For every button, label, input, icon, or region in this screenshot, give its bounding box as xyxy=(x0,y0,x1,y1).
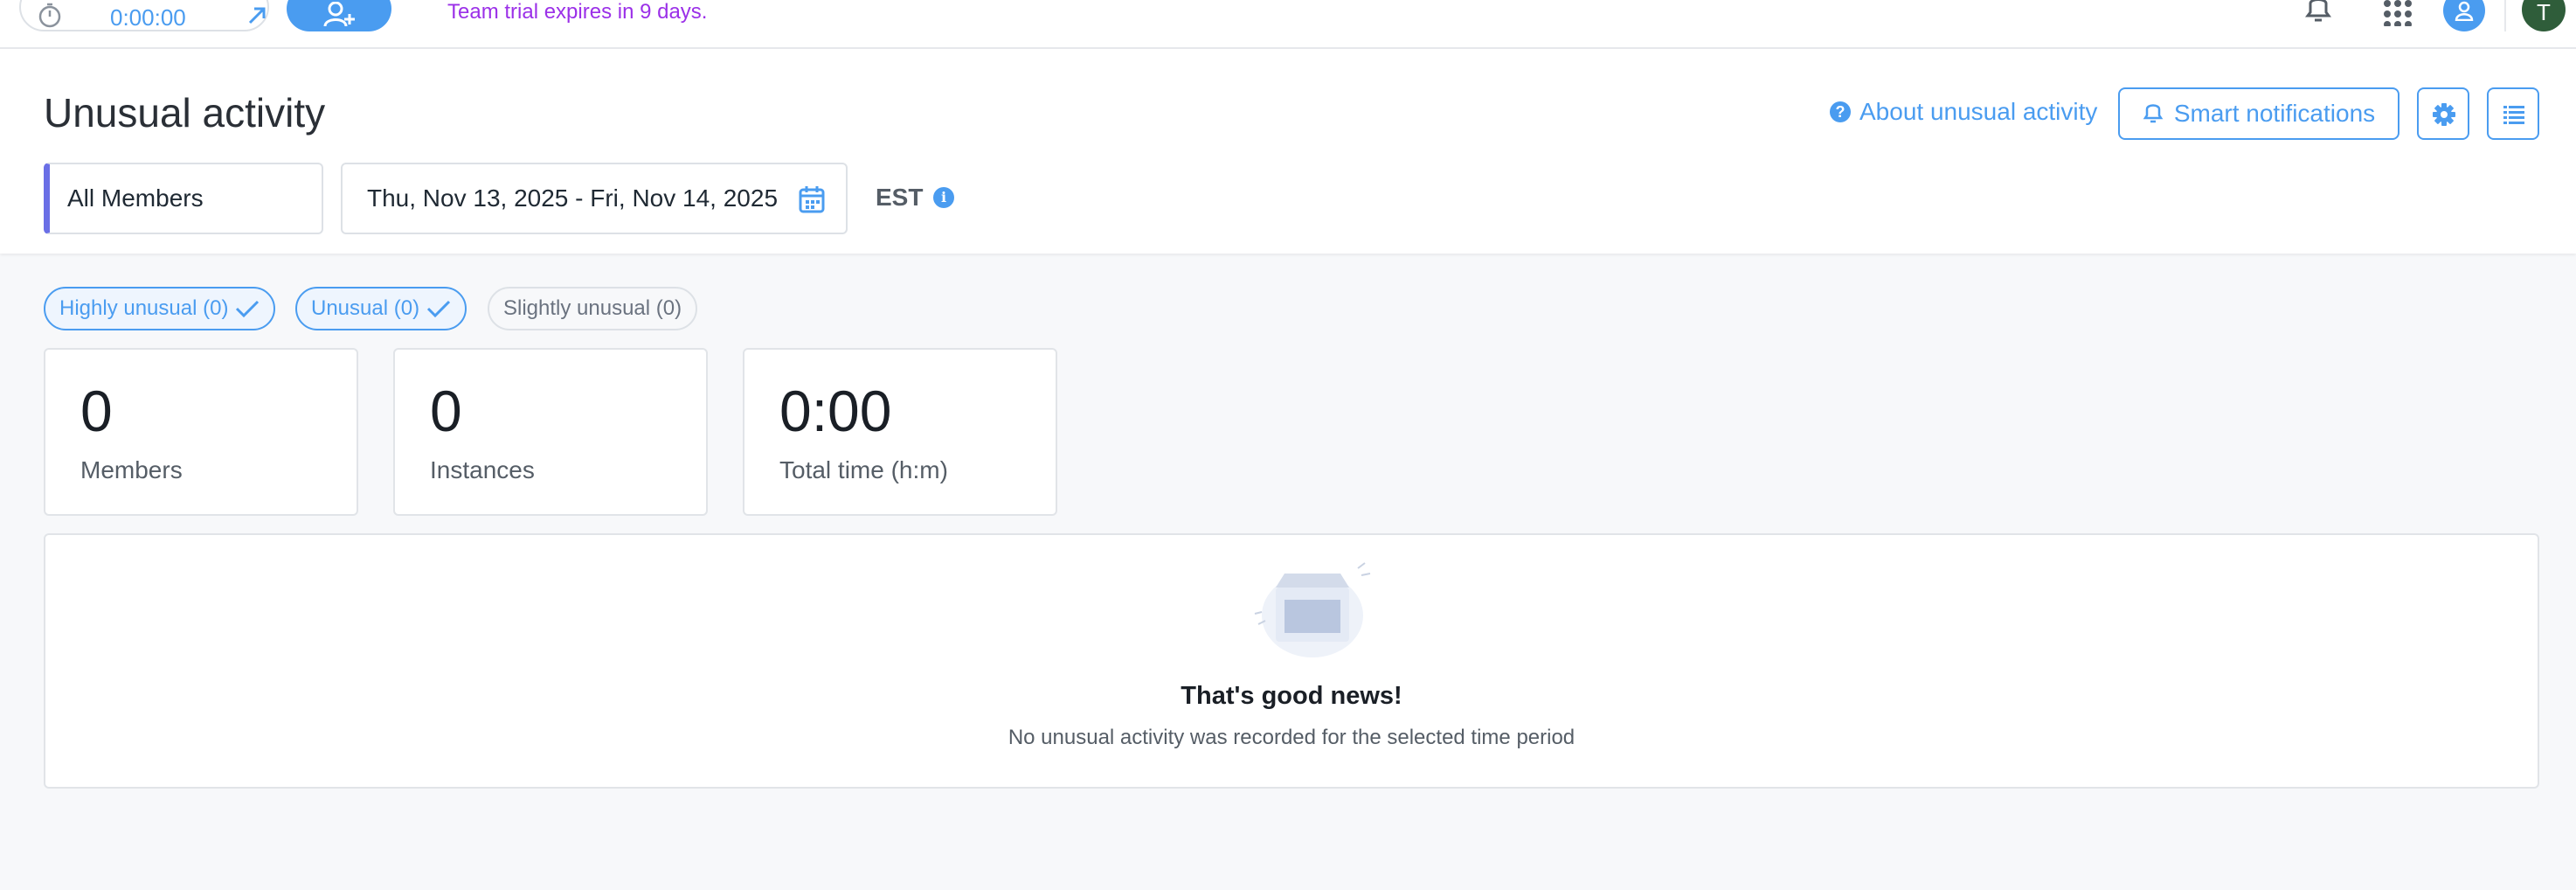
about-unusual-activity-link[interactable]: ? About unusual activity xyxy=(1830,98,2097,126)
empty-state-heading: That's good news! xyxy=(1181,682,1402,710)
topbar-divider xyxy=(2504,0,2506,31)
stat-card-total-time: 0:00 Total time (h:m) xyxy=(743,348,1057,516)
avatar[interactable]: T xyxy=(2522,0,2566,31)
settings-button[interactable] xyxy=(2417,87,2469,140)
add-user-icon xyxy=(323,2,355,27)
top-bar: 0:00:00 Team trial expires in 9 days. T xyxy=(0,0,2576,49)
stat-label: Total time (h:m) xyxy=(779,456,948,483)
stat-card-instances: 0 Instances xyxy=(393,348,708,516)
stat-card-members: 0 Members xyxy=(44,348,358,516)
filter-slightly-unusual[interactable]: Slightly unusual (0) xyxy=(488,287,698,330)
stat-value: 0 xyxy=(80,379,113,443)
checkmark-icon xyxy=(236,300,260,318)
info-icon[interactable]: i xyxy=(933,187,954,208)
filter-label: Highly unusual (0) xyxy=(59,296,229,320)
about-link-label: About unusual activity xyxy=(1859,98,2098,125)
user-icon xyxy=(2455,1,2474,21)
bell-icon xyxy=(2143,104,2164,123)
trial-notice[interactable]: Team trial expires in 9 days. xyxy=(447,0,707,24)
list-view-button[interactable] xyxy=(2487,87,2539,140)
timer-widget[interactable]: 0:00:00 xyxy=(19,0,269,31)
stopwatch-icon xyxy=(38,3,61,28)
filter-highly-unusual[interactable]: Highly unusual (0) xyxy=(44,287,276,330)
page-header: Unusual activity ? About unusual activit… xyxy=(0,49,2576,254)
empty-state-message: No unusual activity was recorded for the… xyxy=(1008,726,1575,749)
invite-member-button[interactable] xyxy=(287,0,391,31)
notifications-bell-icon[interactable] xyxy=(2303,0,2333,26)
calendar-icon[interactable] xyxy=(799,185,825,213)
smart-notifications-label: Smart notifications xyxy=(2173,100,2376,127)
stat-value: 0 xyxy=(430,379,462,443)
filter-label: Slightly unusual (0) xyxy=(503,296,682,320)
stat-label: Members xyxy=(80,456,183,483)
question-icon: ? xyxy=(1830,101,1851,122)
timezone-label: EST xyxy=(876,184,924,211)
timer-value: 0:00:00 xyxy=(110,4,186,31)
empty-box-illustration xyxy=(1254,562,1371,657)
date-range-picker[interactable]: Thu, Nov 13, 2025 - Fri, Nov 14, 2025 xyxy=(341,163,848,234)
gear-icon xyxy=(2433,103,2455,126)
list-icon xyxy=(2503,106,2524,124)
filter-label: Unusual (0) xyxy=(311,296,420,320)
filter-unusual[interactable]: Unusual (0) xyxy=(295,287,467,330)
empty-state-panel: That's good news! No unusual activity wa… xyxy=(44,533,2539,789)
members-filter-select[interactable]: All Members xyxy=(44,163,323,234)
stat-label: Instances xyxy=(430,456,535,483)
smart-notifications-button[interactable]: Smart notifications xyxy=(2118,87,2399,140)
stat-value: 0:00 xyxy=(779,379,892,443)
apps-grid-icon[interactable] xyxy=(2382,0,2413,26)
checkmark-icon xyxy=(427,300,451,318)
page-title: Unusual activity xyxy=(44,90,326,136)
user-profile-icon[interactable] xyxy=(2443,0,2485,31)
expand-arrow-icon[interactable] xyxy=(245,2,271,28)
date-range-value: Thu, Nov 13, 2025 - Fri, Nov 14, 2025 xyxy=(367,184,779,212)
